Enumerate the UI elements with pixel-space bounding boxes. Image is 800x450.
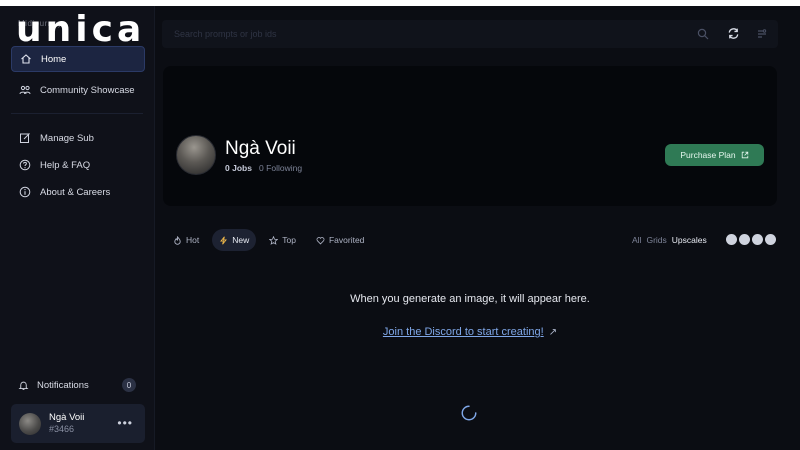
- purchase-plan-button[interactable]: Purchase Plan: [665, 144, 764, 166]
- sidebar-item-about-careers[interactable]: About & Careers: [11, 179, 145, 205]
- bolt-icon: [220, 235, 228, 245]
- sidebar-item-home[interactable]: Home: [11, 46, 145, 72]
- tab-label: Favorited: [328, 235, 365, 245]
- heart-icon: [316, 236, 325, 245]
- loading-spinner-icon: [461, 405, 477, 421]
- unica-logo: unica: [16, 9, 146, 50]
- tab-label: Hot: [186, 235, 200, 245]
- sidebar-item-label: Manage Sub: [40, 132, 94, 144]
- profile-banner: Ngà Voii 0 Jobs 0 Following Purchase Pla…: [163, 66, 777, 206]
- refresh-icon[interactable]: [727, 27, 740, 40]
- settings-icon[interactable]: [756, 28, 768, 40]
- user-name: Ngà Voii: [49, 412, 85, 423]
- sidebar-item-community-showcase[interactable]: Community Showcase: [11, 77, 145, 103]
- app-frame: Midjourney unica Home Community Showcase…: [0, 6, 800, 450]
- filter-grids[interactable]: Grids: [646, 235, 666, 245]
- sidebar-item-label: About & Careers: [40, 186, 111, 198]
- tab-new[interactable]: New: [212, 229, 257, 251]
- avatar: [19, 412, 41, 435]
- tab-label: Top: [282, 235, 296, 245]
- arrow-up-right-icon: ↗: [548, 327, 558, 338]
- profile-avatar: [176, 135, 216, 175]
- join-discord-link[interactable]: Join the Discord to start creating!: [383, 326, 544, 338]
- jobs-label: Jobs: [232, 163, 252, 173]
- emoji-love-icon[interactable]: [765, 234, 776, 245]
- tab-label: New: [232, 235, 250, 245]
- home-icon: [21, 54, 31, 64]
- jobs-count: 0: [225, 163, 230, 173]
- sidebar: Midjourney unica Home Community Showcase…: [0, 6, 155, 450]
- sidebar-item-help-faq[interactable]: Help & FAQ: [11, 152, 145, 178]
- filter-upscales[interactable]: Upscales: [672, 235, 707, 245]
- user-id: #3466: [49, 424, 75, 434]
- profile-name: Ngà Voii: [225, 138, 296, 159]
- notifications-count-badge: 0: [122, 378, 136, 392]
- purchase-plan-label: Purchase Plan: [680, 150, 736, 160]
- sidebar-item-label: Community Showcase: [40, 84, 135, 96]
- community-icon: [19, 85, 31, 95]
- top-bar: Search prompts or job ids: [162, 20, 778, 48]
- search-input[interactable]: Search prompts or job ids: [162, 20, 718, 48]
- feed-tabs: Hot New Top Favorited: [166, 229, 371, 251]
- emoji-sad-icon[interactable]: [752, 234, 763, 245]
- filter-all[interactable]: All: [632, 235, 641, 245]
- info-icon: [19, 186, 31, 198]
- more-options-icon[interactable]: •••: [117, 416, 133, 430]
- edit-icon: [20, 133, 30, 143]
- view-filters: All Grids Upscales: [632, 235, 707, 245]
- tab-hot[interactable]: Hot: [166, 229, 206, 251]
- emoji-neutral-icon[interactable]: [739, 234, 750, 245]
- following-label: Following: [266, 163, 303, 173]
- flame-icon: [174, 235, 181, 245]
- user-card[interactable]: Ngà Voii #3466 •••: [11, 404, 145, 443]
- profile-stats: 0 Jobs 0 Following: [225, 163, 302, 173]
- tab-favorited[interactable]: Favorited: [309, 229, 371, 251]
- bell-icon: [18, 381, 29, 390]
- star-icon: [269, 235, 279, 245]
- sidebar-item-label: Home: [41, 53, 67, 65]
- tab-top[interactable]: Top: [262, 229, 303, 251]
- following-count: 0: [259, 163, 264, 173]
- sidebar-divider: [11, 113, 143, 114]
- discord-cta: Join the Discord to start creating! ↗: [163, 326, 777, 338]
- emoji-smile-icon[interactable]: [726, 234, 737, 245]
- empty-state-message: When you generate an image, it will appe…: [350, 293, 590, 305]
- notifications-item[interactable]: Notifications 0: [18, 376, 136, 394]
- rating-filters: [726, 234, 776, 245]
- search-icon[interactable]: [697, 28, 709, 40]
- external-link-icon: [741, 151, 748, 159]
- help-icon: [19, 159, 31, 171]
- sidebar-item-manage-sub[interactable]: Manage Sub: [11, 125, 145, 151]
- notifications-label: Notifications: [37, 379, 89, 391]
- sidebar-item-label: Help & FAQ: [40, 159, 91, 171]
